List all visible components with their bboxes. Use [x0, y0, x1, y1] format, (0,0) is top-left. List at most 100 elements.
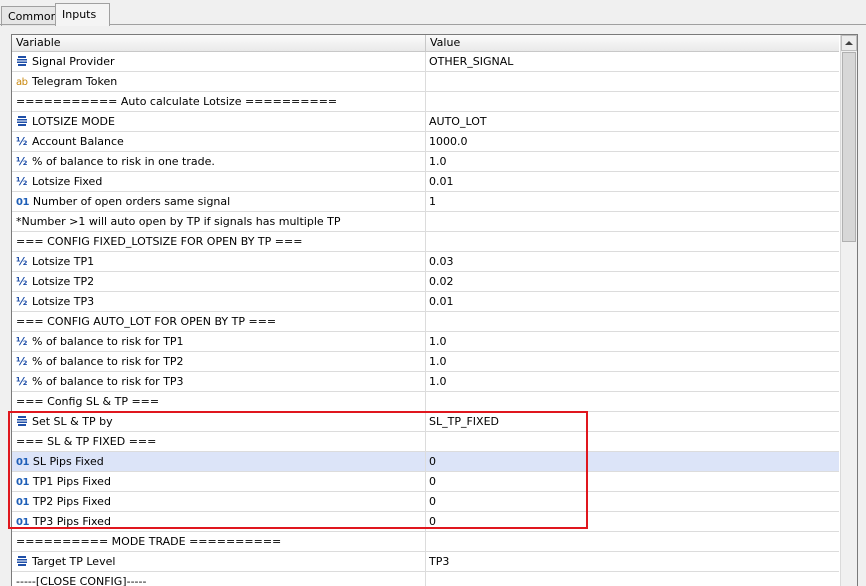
column-header-variable[interactable]: Variable — [12, 35, 426, 51]
variable-cell: === CONFIG AUTO_LOT FOR OPEN BY TP === — [12, 312, 426, 331]
table-row[interactable]: 01 Number of open orders same signal 1 — [12, 192, 839, 212]
table-row[interactable]: ½ Lotsize TP1 0.03 — [12, 252, 839, 272]
value-cell[interactable]: 0 — [426, 492, 839, 511]
value-cell[interactable] — [426, 312, 839, 331]
value-cell[interactable]: 0.01 — [426, 292, 839, 311]
double-icon: ½ — [16, 135, 27, 148]
enum-icon — [16, 115, 28, 127]
table-row[interactable]: Set SL & TP by SL_TP_FIXED — [12, 412, 839, 432]
variable-label: LOTSIZE MODE — [32, 115, 115, 128]
value-cell[interactable]: 0 — [426, 512, 839, 531]
value-cell[interactable]: 0 — [426, 472, 839, 491]
variable-label: Number of open orders same signal — [32, 195, 231, 208]
variable-label: Lotsize Fixed — [32, 175, 103, 188]
value-cell[interactable] — [426, 232, 839, 251]
table-row[interactable]: ½ Account Balance 1000.0 — [12, 132, 839, 152]
value-cell[interactable]: 1.0 — [426, 352, 839, 371]
variable-label: % of balance to risk in one trade. — [32, 155, 215, 168]
table-row[interactable]: ½ Lotsize TP2 0.02 — [12, 272, 839, 292]
table-row[interactable]: ½ Lotsize TP3 0.01 — [12, 292, 839, 312]
value-cell[interactable]: OTHER_SIGNAL — [426, 52, 839, 71]
value-cell[interactable]: 1 — [426, 192, 839, 211]
value-cell[interactable]: SL_TP_FIXED — [426, 412, 839, 431]
value-cell[interactable]: AUTO_LOT — [426, 112, 839, 131]
integer-icon: 01 — [16, 477, 29, 488]
value-cell[interactable]: TP3 — [426, 552, 839, 571]
table-row[interactable]: Signal Provider OTHER_SIGNAL — [12, 52, 839, 72]
table-row[interactable]: === Config SL & TP === — [12, 392, 839, 412]
text-icon: ab — [16, 77, 28, 88]
variable-cell: ab Telegram Token — [12, 72, 426, 91]
table-row[interactable]: ½ Lotsize Fixed 0.01 — [12, 172, 839, 192]
value-cell[interactable]: 1.0 — [426, 332, 839, 351]
double-icon: ½ — [16, 295, 27, 308]
variable-label: =========== Auto calculate Lotsize =====… — [16, 95, 338, 108]
variable-label: % of balance to risk for TP3 — [32, 375, 184, 388]
variable-label: Lotsize TP3 — [32, 295, 95, 308]
variable-cell: =========== Auto calculate Lotsize =====… — [12, 92, 426, 111]
value-cell[interactable]: 0 — [426, 452, 839, 471]
inputs-grid: Variable Value Signal Provider OTHER_SIGN… — [11, 34, 858, 586]
value-cell[interactable]: 0.03 — [426, 252, 839, 271]
variable-cell: -----[CLOSE CONFIG]----- — [12, 572, 426, 586]
table-row[interactable]: 01 TP3 Pips Fixed 0 — [12, 512, 839, 532]
variable-cell: ½ % of balance to risk for TP2 — [12, 352, 426, 371]
variable-label: Telegram Token — [32, 75, 118, 88]
enum-icon — [16, 415, 28, 427]
table-row[interactable]: LOTSIZE MODE AUTO_LOT — [12, 112, 839, 132]
table-row[interactable]: ½ % of balance to risk in one trade. 1.0 — [12, 152, 839, 172]
value-cell[interactable]: 0.01 — [426, 172, 839, 191]
double-icon: ½ — [16, 335, 27, 348]
table-row[interactable]: ½ % of balance to risk for TP1 1.0 — [12, 332, 839, 352]
variable-label: *Number >1 will auto open by TP if signa… — [16, 215, 341, 228]
variable-cell: ½ Account Balance — [12, 132, 426, 151]
value-cell[interactable] — [426, 432, 839, 451]
variable-label: Lotsize TP1 — [32, 255, 95, 268]
table-row[interactable]: ========== MODE TRADE ========== — [12, 532, 839, 552]
table-row[interactable]: *Number >1 will auto open by TP if signa… — [12, 212, 839, 232]
variable-label: % of balance to risk for TP2 — [32, 355, 184, 368]
table-row[interactable]: ½ % of balance to risk for TP2 1.0 — [12, 352, 839, 372]
double-icon: ½ — [16, 375, 27, 388]
table-row[interactable]: 01 TP2 Pips Fixed 0 — [12, 492, 839, 512]
table-row[interactable]: =========== Auto calculate Lotsize =====… — [12, 92, 839, 112]
value-cell[interactable] — [426, 212, 839, 231]
vertical-scrollbar[interactable] — [840, 35, 857, 586]
variable-cell: *Number >1 will auto open by TP if signa… — [12, 212, 426, 231]
value-cell[interactable] — [426, 72, 839, 91]
tab-inputs[interactable]: Inputs — [55, 3, 110, 26]
variable-cell: 01 TP2 Pips Fixed — [12, 492, 426, 511]
table-row[interactable]: 01 TP1 Pips Fixed 0 — [12, 472, 839, 492]
table-row[interactable]: Target TP Level TP3 — [12, 552, 839, 572]
tab-common[interactable]: Common — [1, 6, 58, 26]
variable-cell: Target TP Level — [12, 552, 426, 571]
table-row[interactable]: === CONFIG FIXED_LOTSIZE FOR OPEN BY TP … — [12, 232, 839, 252]
table-row[interactable]: === CONFIG AUTO_LOT FOR OPEN BY TP === — [12, 312, 839, 332]
value-cell[interactable] — [426, 532, 839, 551]
scroll-up-button[interactable] — [841, 35, 857, 51]
table-row[interactable]: 01 SL Pips Fixed 0 — [12, 452, 839, 472]
table-row[interactable]: ½ % of balance to risk for TP3 1.0 — [12, 372, 839, 392]
double-icon: ½ — [16, 155, 27, 168]
value-cell[interactable]: 1000.0 — [426, 132, 839, 151]
value-cell[interactable] — [426, 392, 839, 411]
variable-label: Lotsize TP2 — [32, 275, 95, 288]
value-cell[interactable]: 1.0 — [426, 152, 839, 171]
double-icon: ½ — [16, 255, 27, 268]
table-row[interactable]: -----[CLOSE CONFIG]----- — [12, 572, 839, 586]
value-cell[interactable]: 1.0 — [426, 372, 839, 391]
variable-cell: 01 Number of open orders same signal — [12, 192, 426, 211]
table-row[interactable]: ab Telegram Token — [12, 72, 839, 92]
value-cell[interactable] — [426, 92, 839, 111]
variable-label: % of balance to risk for TP1 — [32, 335, 184, 348]
variable-cell: Signal Provider — [12, 52, 426, 71]
variable-label: Account Balance — [32, 135, 124, 148]
variable-cell: ½ Lotsize TP3 — [12, 292, 426, 311]
column-header-value[interactable]: Value — [426, 35, 839, 51]
scrollbar-thumb[interactable] — [842, 52, 856, 242]
value-cell[interactable] — [426, 572, 839, 586]
variable-cell: ½ Lotsize TP1 — [12, 252, 426, 271]
value-cell[interactable]: 0.02 — [426, 272, 839, 291]
table-row[interactable]: === SL & TP FIXED === — [12, 432, 839, 452]
variable-label: TP2 Pips Fixed — [32, 495, 111, 508]
